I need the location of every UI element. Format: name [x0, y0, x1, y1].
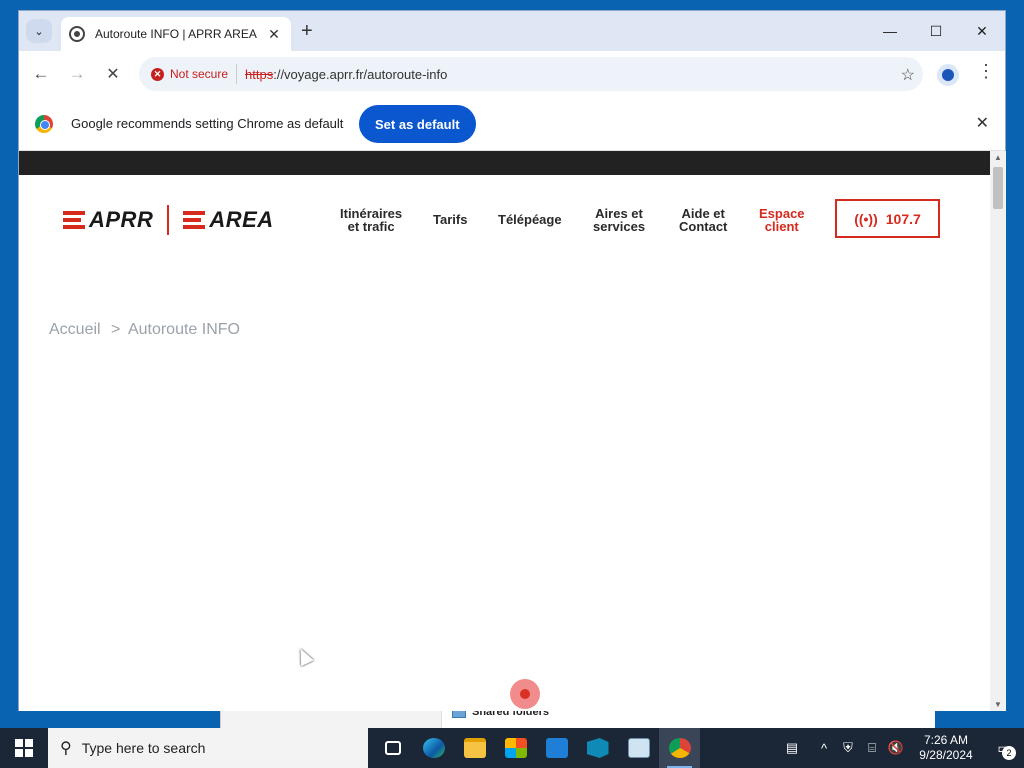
profile-avatar-icon[interactable] [937, 64, 959, 86]
breadcrumb-separator: > [111, 321, 121, 338]
nav-telepeage[interactable]: Télépéage [498, 213, 562, 226]
chevron-down-icon: ⌄ [34, 25, 44, 38]
security-chip[interactable]: ✕ Not secure [149, 64, 238, 84]
notifications-button[interactable]: ▭ 2 [984, 728, 1024, 768]
clock-date: 9/28/2024 [919, 748, 973, 762]
news-widget-icon[interactable]: ▤ [772, 740, 812, 756]
url-scheme: https [245, 66, 274, 82]
edge-button[interactable] [413, 728, 454, 768]
site-header: APRR AREA Itinéraires et trafic Tarifs T… [19, 175, 990, 265]
security-tray-icon[interactable]: ⛨ [836, 740, 860, 756]
close-window-button[interactable]: ✕ [959, 11, 1005, 51]
radio-frequency: 107.7 [885, 210, 921, 227]
mail-icon [545, 738, 568, 758]
minimize-button[interactable]: — [867, 11, 913, 51]
logo-divider [167, 205, 170, 235]
volume-muted-icon[interactable]: 🔇 [884, 740, 908, 756]
tab-active[interactable]: Autoroute INFO | APRR AREA ✕ [61, 17, 291, 51]
clock-time: 7:26 AM [923, 733, 969, 747]
spreadsheet-app-button[interactable] [618, 728, 659, 768]
chrome-logo-icon [35, 115, 53, 133]
chrome-taskbar-button[interactable] [659, 728, 700, 768]
forward-button[interactable]: → [61, 58, 93, 90]
infobar-close-icon[interactable]: ✕ [976, 113, 989, 133]
aprr-area-logo[interactable]: APRR AREA [63, 205, 274, 235]
radio-wave-icon: ((•)) [854, 210, 878, 227]
breadcrumb-current: Autoroute INFO [127, 321, 240, 338]
bookmark-star-icon[interactable]: ☆ [901, 65, 915, 85]
area-mark-icon [183, 211, 206, 229]
desktop-icon[interactable] [0, 50, 18, 90]
tab-title: Autoroute INFO | APRR AREA [95, 27, 257, 41]
nav-tarifs[interactable]: Tarifs [433, 213, 467, 226]
nav-espace-client[interactable]: Espace client [759, 207, 805, 233]
task-view-icon [384, 741, 401, 755]
tab-search-button[interactable]: ⌄ [26, 19, 52, 43]
not-secure-label: Not secure [170, 67, 229, 81]
warning-icon: ✕ [151, 67, 164, 81]
chrome-icon [668, 738, 691, 758]
store-button[interactable] [495, 728, 536, 768]
start-button[interactable] [0, 728, 48, 768]
notification-count: 2 [1002, 746, 1016, 760]
logo-area: AREA [209, 207, 274, 232]
task-view-button[interactable] [372, 728, 413, 768]
pinned-apps [372, 728, 700, 768]
folder-icon [463, 738, 486, 758]
desktop-icon[interactable] [0, 130, 18, 170]
default-browser-infobar: Google recommends setting Chrome as defa… [19, 97, 1005, 151]
app-v-icon [586, 738, 609, 758]
aprr-mark-icon [63, 211, 85, 229]
windows-taskbar: ⚲ Type here to search ▤ ^ ⛨ ⌸ 🔇 7:26 AM … [0, 728, 1024, 768]
mouse-cursor-icon [294, 645, 314, 667]
breadcrumb: Accueil > Autoroute INFO [49, 321, 246, 339]
edge-icon [422, 738, 445, 758]
taskbar-search[interactable]: ⚲ Type here to search [48, 728, 368, 768]
desktop-icon[interactable] [0, 90, 18, 130]
file-explorer-button[interactable] [454, 728, 495, 768]
network-icon[interactable]: ⌸ [860, 740, 884, 756]
site-favicon-icon [69, 26, 85, 42]
store-icon [504, 738, 527, 758]
search-placeholder: Type here to search [81, 740, 206, 756]
chrome-menu-icon[interactable]: ⋮ [977, 61, 995, 81]
address-bar[interactable]: ✕ Not secure https://voyage.aprr.fr/auto… [139, 57, 923, 91]
nav-aide-contact[interactable]: Aide et Contact [679, 207, 727, 233]
scroll-thumb[interactable] [993, 167, 1003, 209]
mail-button[interactable] [536, 728, 577, 768]
back-button[interactable]: ← [25, 58, 57, 90]
logo-aprr: APRR [89, 207, 154, 232]
url-text: ://voyage.aprr.fr/autoroute-info [273, 66, 448, 82]
recording-indicator-icon[interactable] [510, 679, 540, 709]
new-tab-button[interactable]: + [301, 21, 313, 41]
tab-strip: ⌄ Autoroute INFO | APRR AREA ✕ + — ☐ ✕ [19, 11, 1005, 51]
scroll-down-icon[interactable]: ▼ [990, 700, 1006, 709]
tab-close-icon[interactable]: ✕ [265, 26, 283, 43]
web-page: APRR AREA Itinéraires et trafic Tarifs T… [19, 151, 990, 711]
set-as-default-button[interactable]: Set as default [359, 105, 476, 143]
nav-aires-services[interactable]: Aires et services [593, 207, 645, 233]
clock[interactable]: 7:26 AM 9/28/2024 [908, 733, 984, 763]
windows-logo-icon [15, 739, 33, 757]
infobar-message: Google recommends setting Chrome as defa… [71, 116, 344, 131]
system-tray: ▤ ^ ⛨ ⌸ 🔇 7:26 AM 9/28/2024 ▭ 2 [772, 728, 1024, 768]
site-top-strip [19, 151, 990, 175]
search-icon: ⚲ [60, 740, 72, 757]
vs-code-button[interactable] [577, 728, 618, 768]
desktop-icons[interactable] [0, 50, 18, 170]
tray-chevron-icon[interactable]: ^ [812, 741, 836, 756]
breadcrumb-home[interactable]: Accueil [49, 321, 101, 338]
spreadsheet-icon [627, 738, 650, 758]
radio-107-7-button[interactable]: ((•)) 107.7 [835, 199, 940, 238]
page-scrollbar[interactable]: ▲ ▼ [990, 151, 1006, 711]
stop-loading-button[interactable]: ✕ [97, 58, 129, 90]
maximize-button[interactable]: ☐ [913, 11, 959, 51]
window-controls: — ☐ ✕ [867, 11, 1005, 51]
scroll-up-icon[interactable]: ▲ [990, 153, 1006, 162]
nav-itineraires[interactable]: Itinéraires et trafic [340, 207, 402, 233]
browser-toolbar: ← → ✕ ✕ Not secure https://voyage.aprr.f… [19, 51, 1005, 97]
chrome-window: ⌄ Autoroute INFO | APRR AREA ✕ + — ☐ ✕ ←… [18, 10, 1006, 711]
